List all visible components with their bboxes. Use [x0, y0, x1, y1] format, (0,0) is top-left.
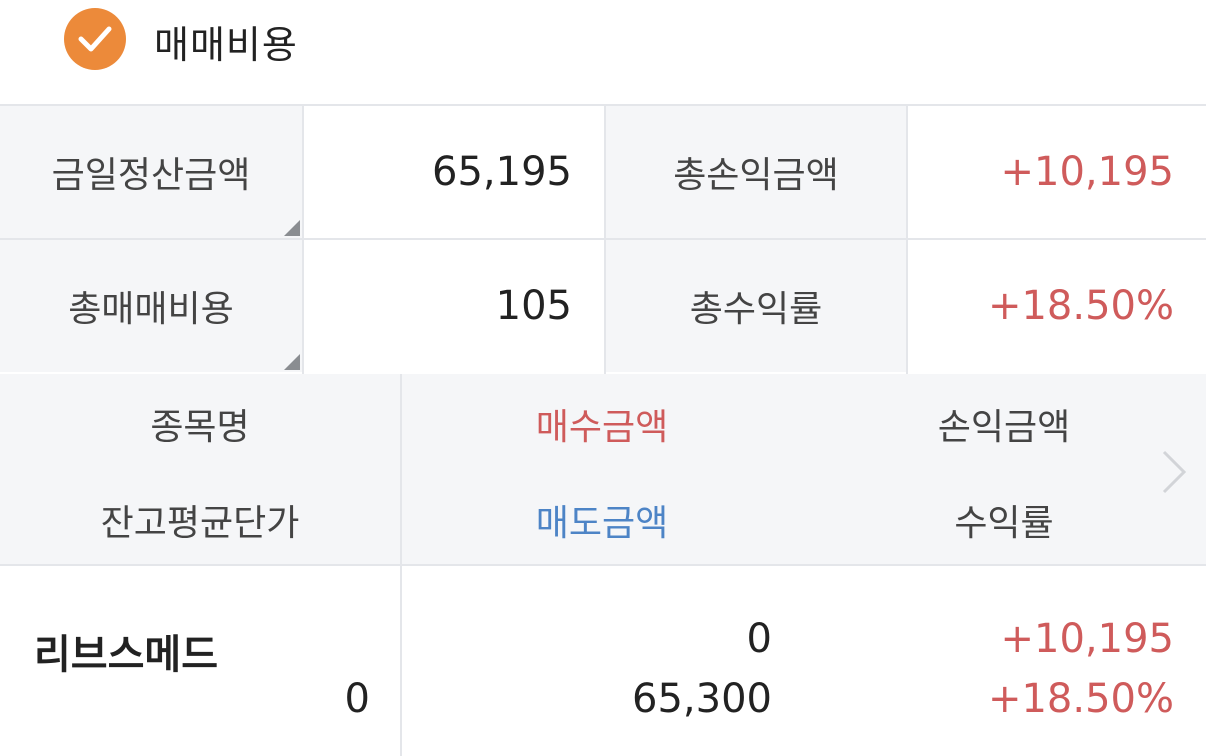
- buy-amount-value: 0: [746, 616, 772, 662]
- total-cost-label[interactable]: 총매매비용: [0, 240, 302, 372]
- summary-table: 금일정산금액 65,195 총손익금액 +10,195 총매매비용 105 총수…: [0, 104, 1206, 374]
- settlement-amount-label[interactable]: 금일정산금액: [0, 106, 302, 238]
- settlement-amount-label-text: 금일정산금액: [51, 155, 251, 196]
- divider: [400, 374, 402, 564]
- sell-amount-value: 65,300: [632, 676, 772, 722]
- col-stock-name: 종목명: [150, 407, 250, 448]
- stock-name: 리브스메드: [34, 632, 218, 678]
- dropdown-corner-icon: [284, 220, 300, 236]
- divider: [302, 106, 304, 374]
- total-cost-label-text: 총매매비용: [68, 289, 234, 330]
- total-return-value: +18.50%: [908, 240, 1206, 372]
- table-row[interactable]: 리브스메드 0 0 65,300 +10,195 +18.50%: [0, 566, 1206, 756]
- column-header: 종목명 잔고평균단가 매수금액 매도금액 손익금액 수익률: [0, 374, 1206, 564]
- total-cost-value: 105: [304, 240, 604, 372]
- header-bar: 매매비용: [0, 0, 1206, 100]
- divider: [0, 238, 1206, 240]
- divider: [400, 566, 402, 756]
- pl-amount-value: +10,195: [1000, 616, 1174, 662]
- total-pl-value: +10,195: [908, 106, 1206, 238]
- col-buy-amount: 매수금액: [535, 407, 669, 448]
- col-avg-price: 잔고평균단가: [100, 503, 300, 544]
- dropdown-corner-icon: [284, 354, 300, 370]
- settlement-amount-value: 65,195: [304, 106, 604, 238]
- total-return-label: 총수익률: [606, 240, 906, 372]
- check-circle-icon[interactable]: [64, 8, 126, 70]
- divider: [604, 106, 606, 374]
- chevron-right-icon[interactable]: [1160, 448, 1188, 496]
- avg-price-value: 0: [344, 676, 370, 722]
- return-rate-value: +18.50%: [987, 676, 1174, 722]
- total-pl-label: 총손익금액: [606, 106, 906, 238]
- col-return-rate: 수익률: [954, 503, 1054, 544]
- section-title: 매매비용: [154, 23, 298, 67]
- col-sell-amount: 매도금액: [535, 503, 669, 544]
- col-pl-amount: 손익금액: [937, 407, 1071, 448]
- divider: [906, 106, 908, 374]
